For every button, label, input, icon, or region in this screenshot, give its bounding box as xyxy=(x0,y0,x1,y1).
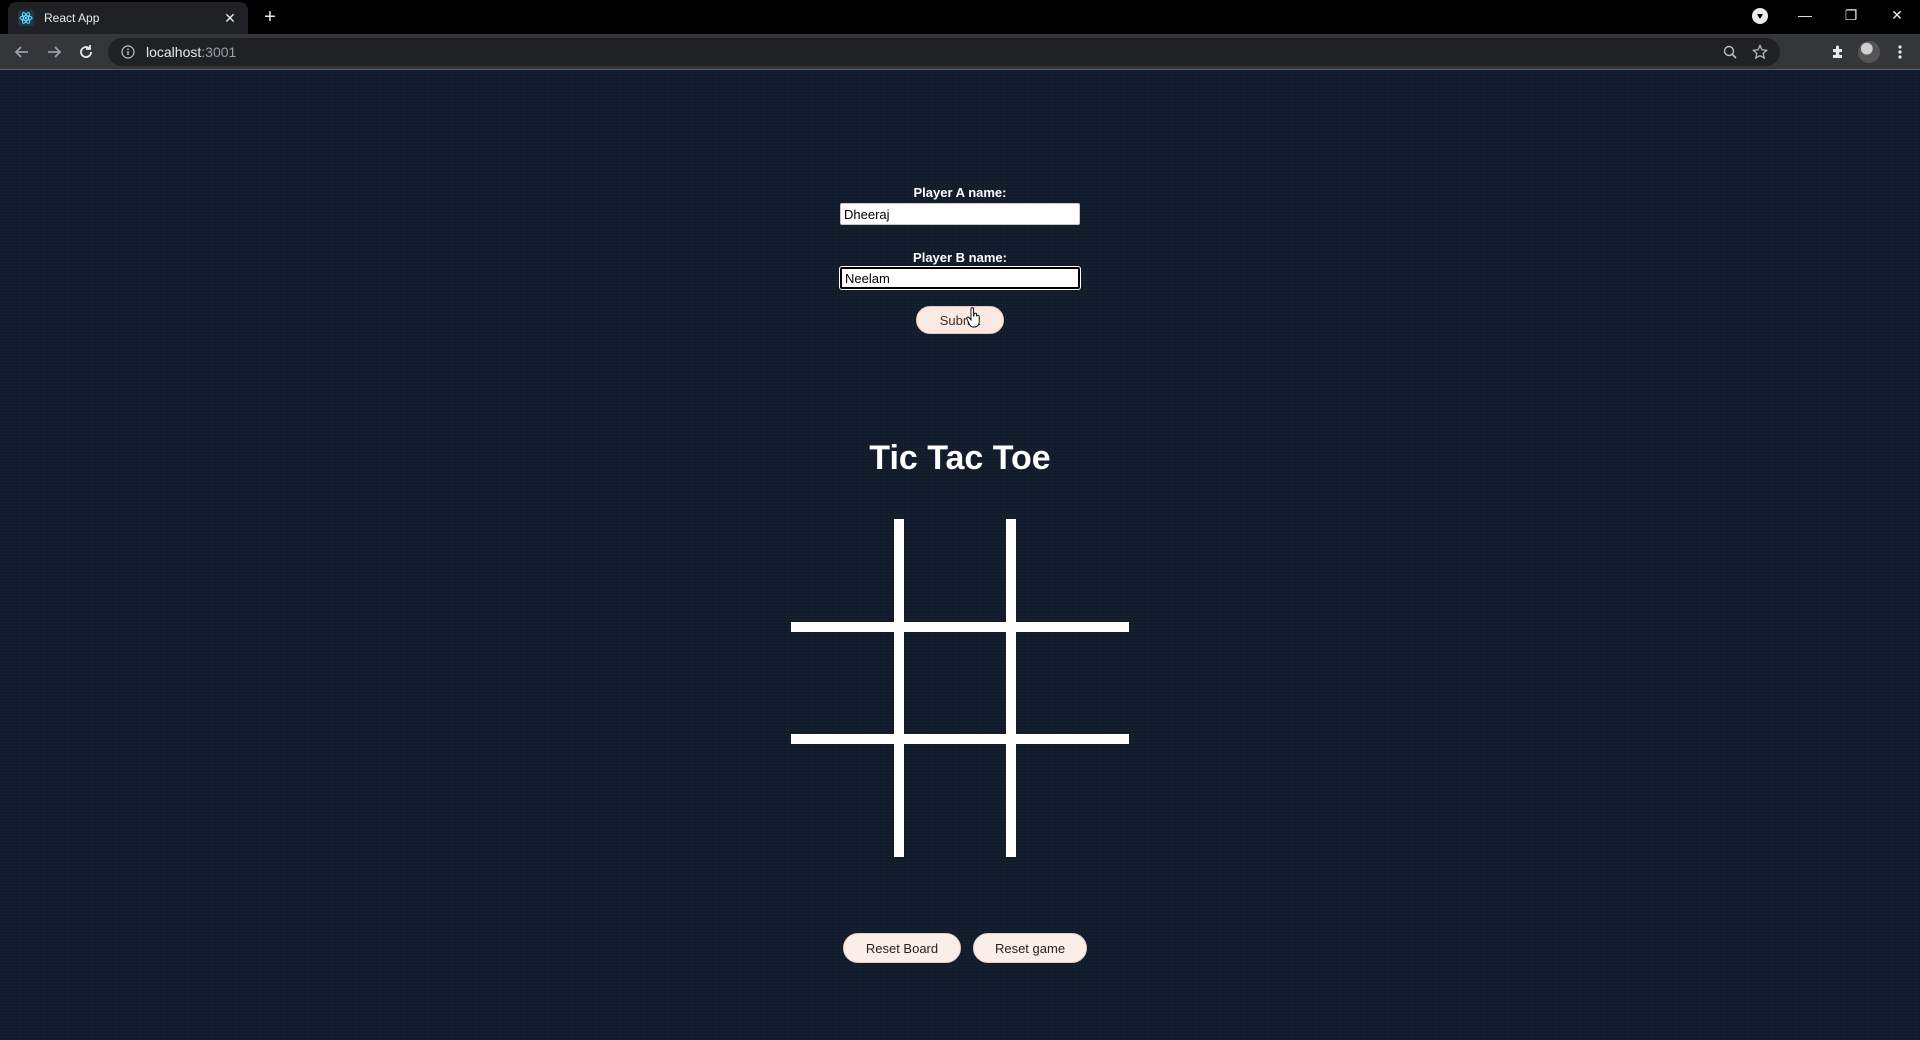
tab-title: React App xyxy=(44,11,100,25)
page-content: Player A name: Player B name: Submit Tic… xyxy=(0,71,1920,1040)
reset-game-button[interactable]: Reset game xyxy=(973,933,1087,963)
url-host: localhost xyxy=(146,44,202,60)
media-control-icon[interactable] xyxy=(1752,8,1768,24)
board-cell[interactable] xyxy=(791,519,899,627)
forward-arrow-icon[interactable] xyxy=(42,40,66,64)
zoom-icon[interactable] xyxy=(1720,42,1740,62)
url-port: :3001 xyxy=(201,44,237,60)
restore-icon[interactable]: ❐ xyxy=(1828,0,1874,30)
browser-tab-bar: React App ✕ + — ❐ ✕ xyxy=(0,0,1920,34)
window-controls: — ❐ ✕ xyxy=(1782,0,1920,30)
browser-toolbar: localhost :3001 xyxy=(0,34,1920,70)
minimize-icon[interactable]: — xyxy=(1782,0,1828,30)
submit-button[interactable]: Submit xyxy=(916,306,1004,334)
player-a-label: Player A name: xyxy=(913,185,1007,200)
back-arrow-icon[interactable] xyxy=(10,40,34,64)
reset-board-button[interactable]: Reset Board xyxy=(843,933,961,963)
player-b-label: Player B name: xyxy=(913,250,1007,265)
menu-icon[interactable] xyxy=(1888,40,1912,64)
star-icon[interactable] xyxy=(1750,42,1770,62)
game-title: Tic Tac Toe xyxy=(869,439,1051,477)
info-icon[interactable] xyxy=(120,44,136,60)
board-cell[interactable] xyxy=(905,633,1013,741)
extensions-icon[interactable] xyxy=(1826,40,1850,64)
tic-tac-toe-board xyxy=(791,519,1129,857)
plus-icon[interactable]: + xyxy=(258,5,282,29)
board-cell[interactable] xyxy=(905,519,1013,627)
board-cell[interactable] xyxy=(791,747,899,855)
board-cell[interactable] xyxy=(1019,747,1127,855)
reload-icon[interactable] xyxy=(74,40,98,64)
board-cell[interactable] xyxy=(905,747,1013,855)
player-b-input[interactable] xyxy=(839,266,1081,290)
address-bar[interactable]: localhost :3001 xyxy=(108,38,1780,66)
board-cell[interactable] xyxy=(1019,633,1127,741)
close-icon[interactable]: ✕ xyxy=(222,10,238,27)
hand-cursor-icon xyxy=(966,307,980,328)
profile-avatar[interactable] xyxy=(1858,41,1880,63)
browser-tab[interactable]: React App ✕ xyxy=(8,2,248,34)
window-close-icon[interactable]: ✕ xyxy=(1874,0,1920,30)
react-icon xyxy=(18,10,34,26)
board-cell[interactable] xyxy=(791,633,899,741)
board-cell[interactable] xyxy=(1019,519,1127,627)
player-a-input[interactable] xyxy=(840,203,1080,225)
